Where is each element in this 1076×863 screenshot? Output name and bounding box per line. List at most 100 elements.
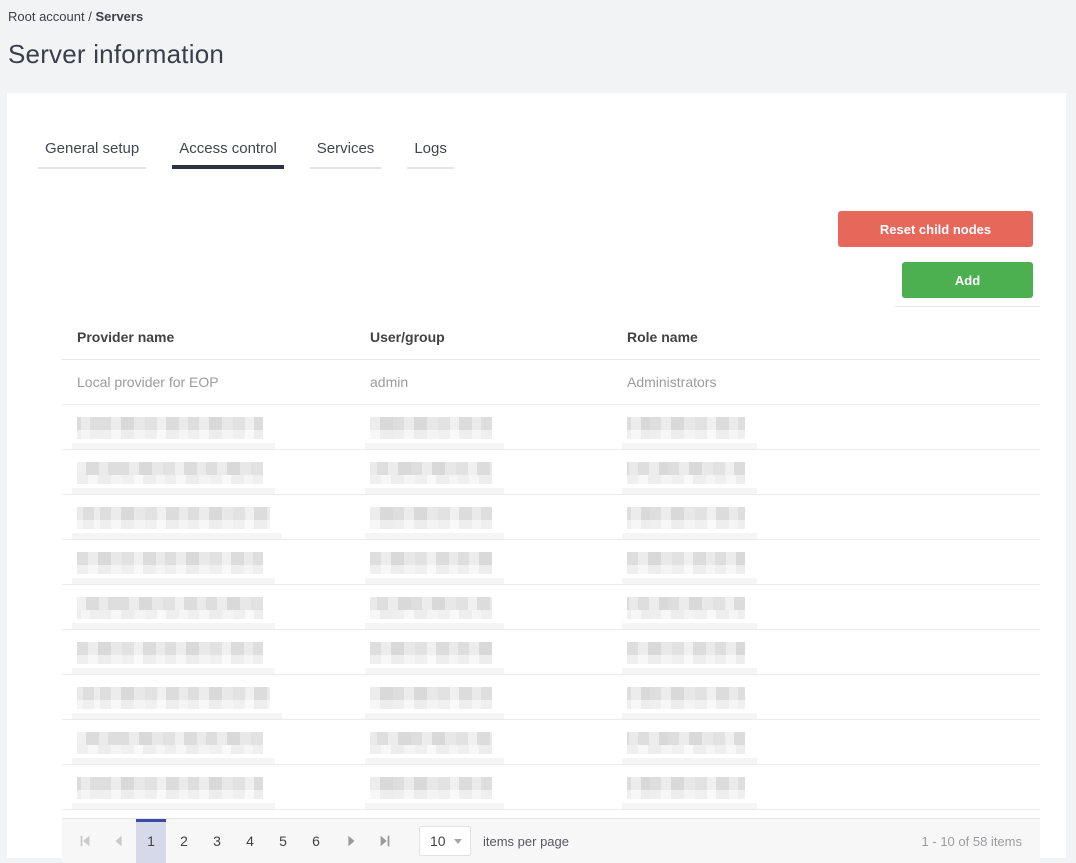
cell-provider [62,630,355,674]
pager-page-3[interactable]: 3 [202,819,232,863]
pager-page-6[interactable]: 6 [301,819,331,863]
cell-role [612,630,1040,674]
cell-user-group [355,495,612,539]
pager: 123456 10 items per page 1 - 10 of 58 it… [62,818,1040,863]
chevron-down-icon [454,839,462,844]
redacted-text-block [77,507,270,539]
cell-user-group [355,585,612,629]
cell-provider [62,720,355,764]
cell-user-group [355,405,612,449]
redacted-text-block [370,597,492,629]
redacted-text-block [627,417,745,449]
cell-provider [62,495,355,539]
cell-provider [62,765,355,809]
redacted-text-block [77,552,263,584]
column-header-provider-name[interactable]: Provider name [62,329,355,345]
pager-page-1[interactable]: 1 [136,819,166,863]
column-header-role-name[interactable]: Role name [612,329,1040,345]
redacted-text-block [370,642,492,674]
redacted-text-block [627,507,745,539]
table-row[interactable] [62,450,1040,495]
cell-provider: Local provider for EOP [62,374,355,390]
content-card: General setupAccess controlServicesLogs … [7,93,1066,858]
pager-page-2[interactable]: 2 [169,819,199,863]
cell-role [612,765,1040,809]
cell-provider [62,405,355,449]
redacted-text-block [370,417,492,449]
column-header-user-group[interactable]: User/group [355,329,612,345]
reset-child-nodes-button[interactable]: Reset child nodes [838,211,1033,247]
next-page-icon[interactable] [339,819,363,863]
table-row[interactable] [62,675,1040,720]
table-row[interactable]: Local provider for EOPadminAdministrator… [62,360,1040,405]
tab-logs[interactable]: Logs [407,140,454,169]
cell-user-group [355,720,612,764]
last-page-icon[interactable] [373,819,397,863]
cell-provider [62,450,355,494]
toolbar-divider [895,306,1040,307]
redacted-text-block [370,552,492,584]
table-row[interactable] [62,720,1040,765]
page-size-value: 10 [430,833,446,849]
redacted-text-block [77,642,263,674]
pager-range-label: 1 - 10 of 58 items [922,834,1040,849]
redacted-text-block [627,732,745,764]
redacted-text-block [370,687,492,719]
cell-user-group [355,765,612,809]
redacted-text-block [627,687,745,719]
tab-general-setup[interactable]: General setup [38,140,146,169]
table-row[interactable] [62,540,1040,585]
table-row[interactable] [62,585,1040,630]
table-row[interactable] [62,405,1040,450]
cell-role [612,540,1040,584]
pager-pages: 123456 [136,819,334,863]
cell-user-group [355,450,612,494]
cell-role [612,405,1040,449]
first-page-icon[interactable] [73,819,97,863]
redacted-text-block [370,732,492,764]
cell-provider [62,540,355,584]
top-bar: Root account / Servers Server informatio… [0,0,1076,70]
table-header-row: Provider name User/group Role name [62,315,1040,360]
cell-role [612,450,1040,494]
cell-role: Administrators [612,374,1040,390]
breadcrumb: Root account / Servers [8,9,1076,24]
page-size-select[interactable]: 10 [419,826,471,856]
redacted-text-block [370,462,492,494]
pager-page-5[interactable]: 5 [268,819,298,863]
redacted-text-block [77,462,263,494]
cell-role [612,495,1040,539]
breadcrumb-root[interactable]: Root account [8,9,85,24]
toolbar: Reset child nodes Add [62,211,1040,307]
redacted-text-block [627,777,745,809]
cell-user-group: admin [355,374,612,390]
redacted-text-block [627,597,745,629]
add-button[interactable]: Add [902,262,1033,298]
table-row[interactable] [62,765,1040,810]
redacted-text-block [77,687,270,719]
table-row[interactable] [62,630,1040,675]
cell-role [612,585,1040,629]
pager-page-4[interactable]: 4 [235,819,265,863]
cell-role [612,720,1040,764]
redacted-text-block [627,462,745,494]
cell-provider [62,675,355,719]
breadcrumb-current: Servers [95,9,143,24]
redacted-text-block [627,552,745,584]
tab-access-control[interactable]: Access control [172,140,284,169]
table-row[interactable] [62,495,1040,540]
previous-page-icon[interactable] [107,819,131,863]
redacted-text-block [77,417,263,449]
redacted-text-block [77,597,263,629]
cell-provider [62,585,355,629]
redacted-text-block [370,777,492,809]
redacted-text-block [77,777,263,809]
tab-services[interactable]: Services [310,140,382,169]
items-per-page-label: items per page [483,834,569,849]
cell-role [612,675,1040,719]
breadcrumb-separator: / [88,9,92,24]
cell-user-group [355,630,612,674]
redacted-text-block [77,732,263,764]
access-control-table: Provider name User/group Role name Local… [62,315,1040,863]
cell-user-group [355,540,612,584]
